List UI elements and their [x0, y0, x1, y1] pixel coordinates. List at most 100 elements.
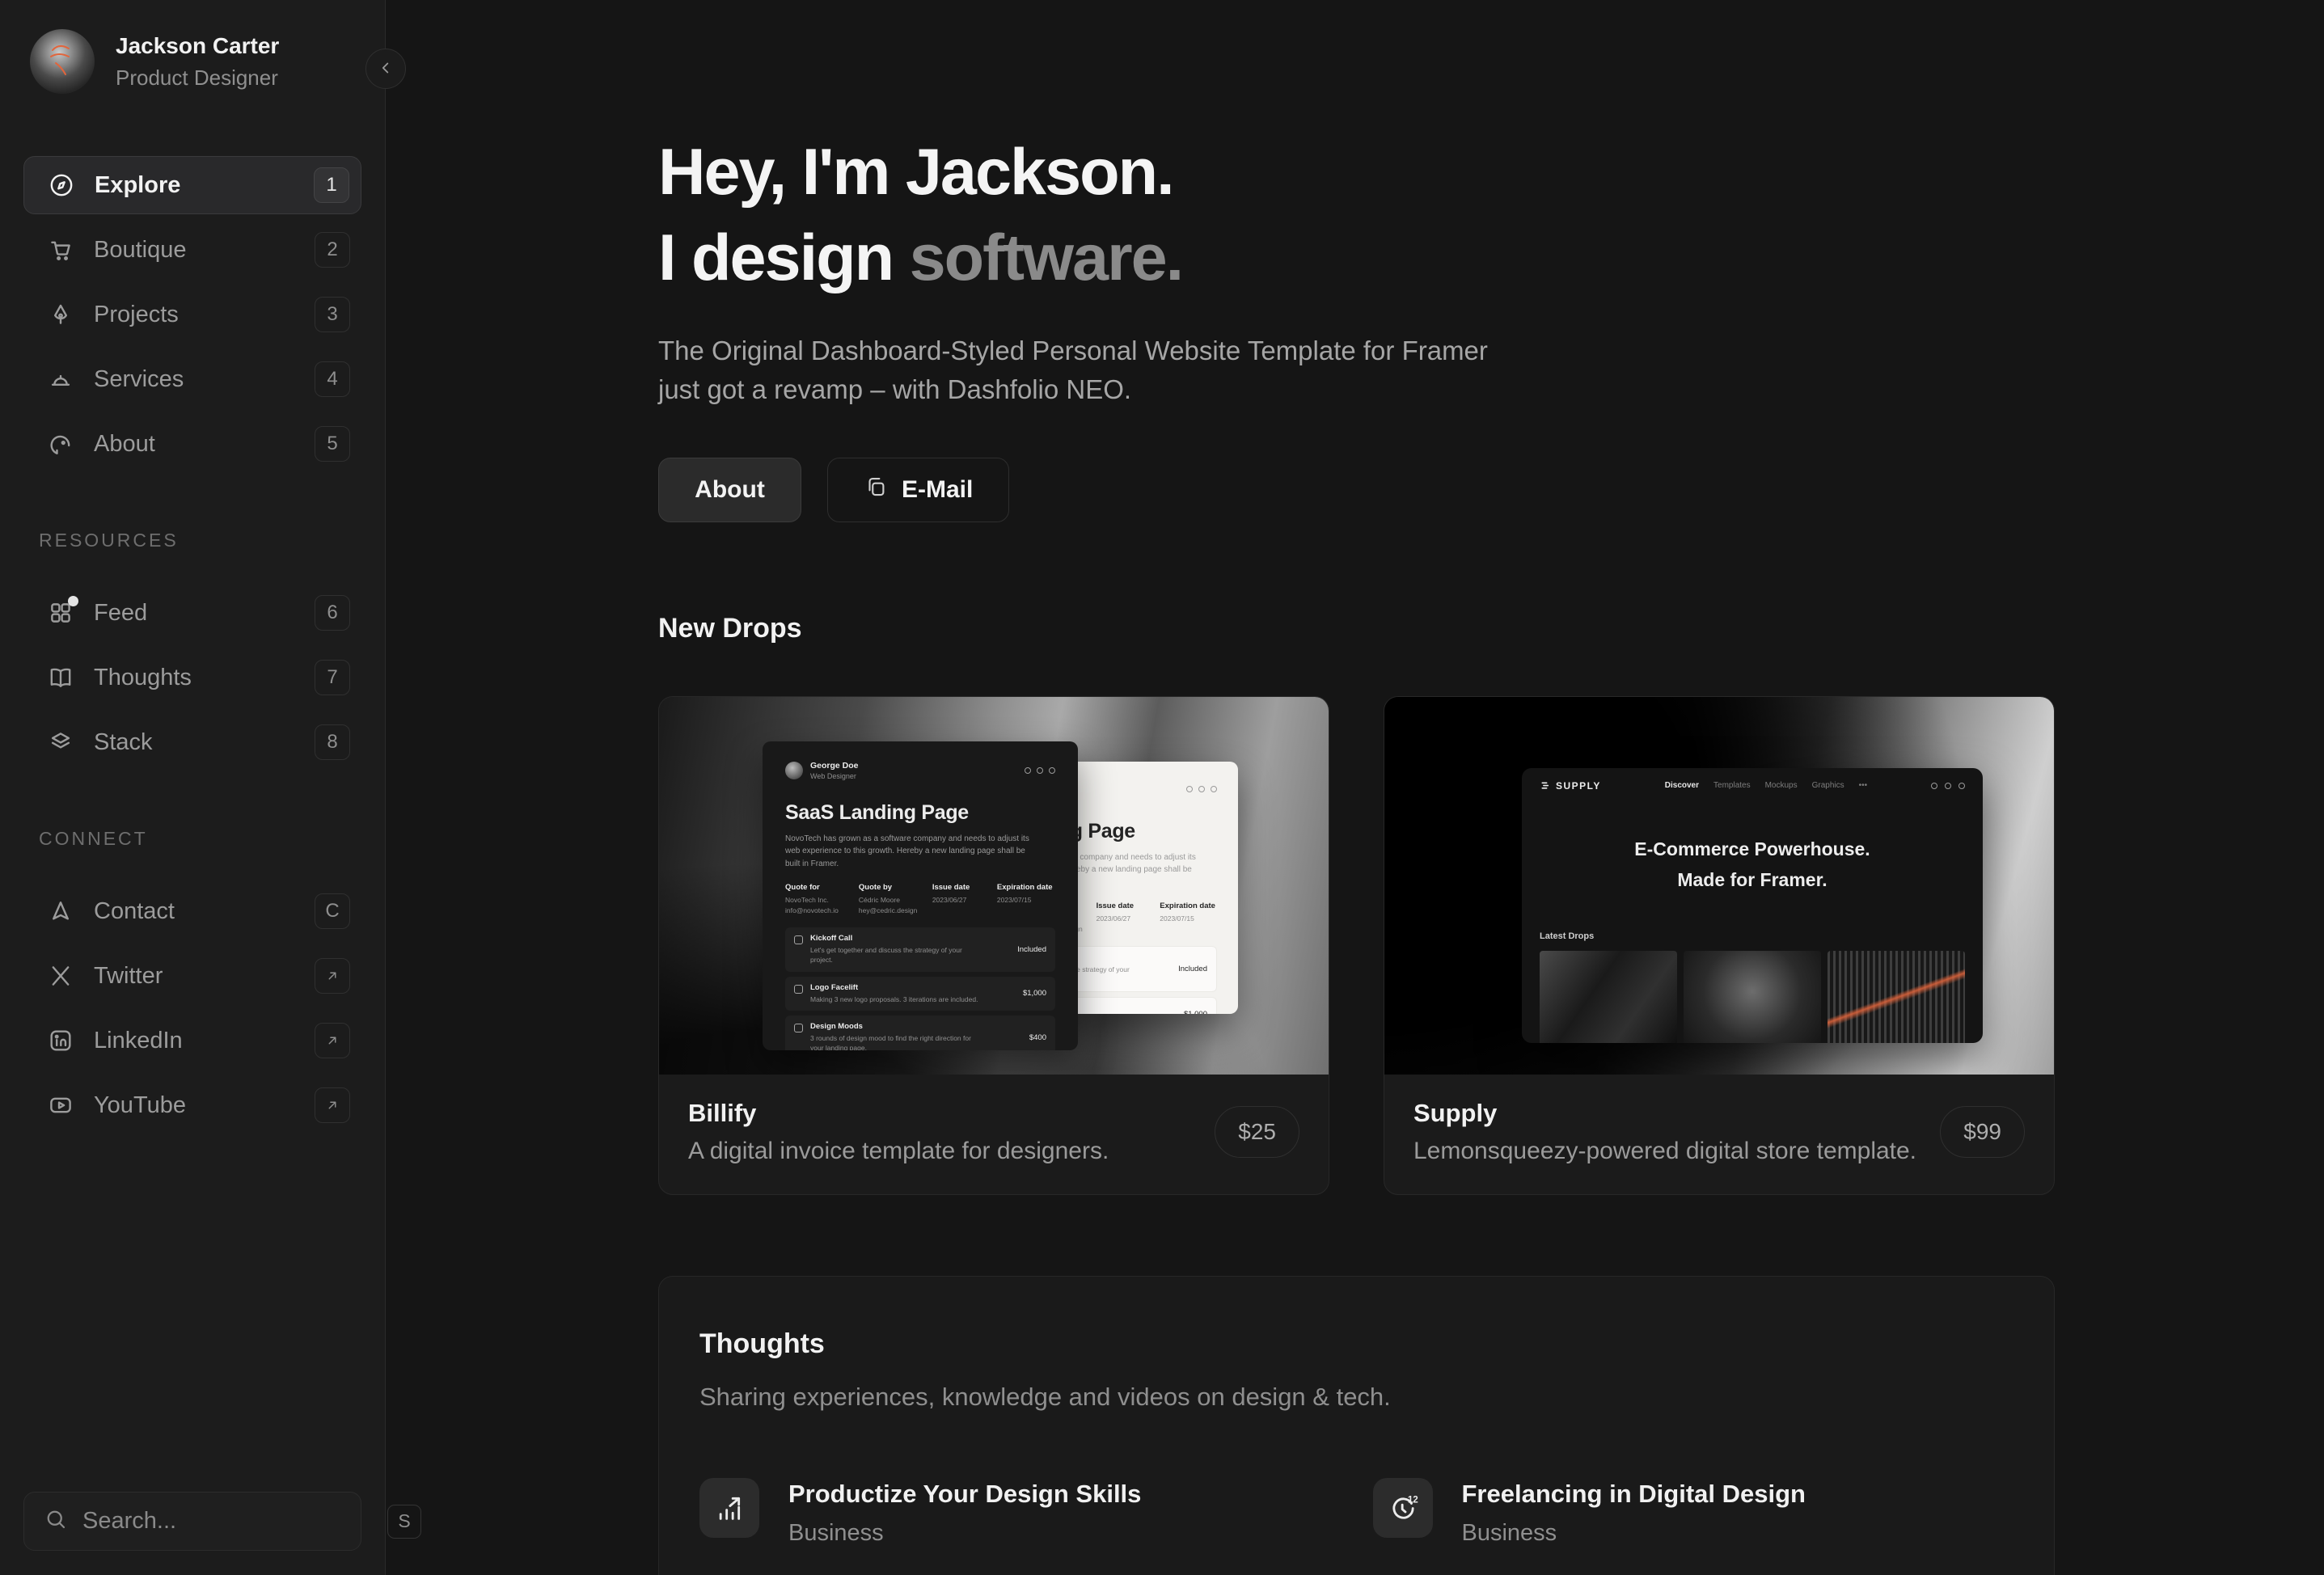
profile-name: Jackson Carter: [116, 32, 280, 58]
post-category: Business: [788, 1519, 884, 1546]
invoice-avatar: [785, 761, 803, 779]
sidebar-item-label: Boutique: [94, 236, 187, 263]
sidebar-item-explore[interactable]: Explore 1: [23, 156, 361, 214]
supply-hero-line2: Made for Framer.: [1677, 868, 1828, 890]
search-shortcut-badge: S: [387, 1504, 421, 1539]
invoice-header: George DoeWeb Designer: [785, 761, 1055, 780]
invoice-meta-col: Expiration date 2023/07/15: [996, 883, 1053, 905]
thought-post[interactable]: 12 Freelancing in Digital Design Business: [1372, 1477, 2014, 1547]
line-item-icon: [794, 984, 803, 994]
email-button-label: E-Mail: [902, 475, 974, 503]
shortcut-badge: C: [315, 893, 350, 929]
post-category: Business: [1461, 1519, 1557, 1546]
sidebar-item-label: Explore: [95, 171, 181, 198]
site-nav-item: Graphics: [1811, 781, 1844, 791]
twitter-icon: [1198, 785, 1205, 792]
line-item-icon: [794, 935, 803, 944]
sidebar-item-label: YouTube: [94, 1092, 186, 1118]
search-input[interactable]: [82, 1508, 387, 1535]
product-card-supply[interactable]: SUPPLY Discover Templates Mockups Graphics •…: [1384, 695, 2055, 1195]
product-description: Lemonsqueezy-powered digital store templ…: [1413, 1137, 1917, 1164]
invoice-title: SaaS Landing Page: [785, 800, 969, 824]
section-label-resources: Resources: [39, 530, 179, 551]
product-card-billify[interactable]: George DoeWeb Designer SaaS Landing Page N…: [658, 695, 1329, 1195]
twitter-icon: [1037, 766, 1043, 774]
sidebar-item-label: Contact: [94, 897, 175, 924]
facebook-icon: [1958, 782, 1965, 789]
invoice-meta: Quote forNovoTech Inc.info@novotech.io Qu…: [785, 883, 1055, 916]
supply-thumbnails: [1522, 950, 1983, 1043]
post-title: Productize Your Design Skills: [788, 1479, 1142, 1508]
profile-role: Product Designer: [116, 65, 278, 90]
supply-thumbnail-laptop: [1684, 950, 1821, 1043]
line-item-icon: [794, 1023, 803, 1032]
product-description: A digital invoice template for designers…: [688, 1137, 1109, 1164]
sidebar-main-nav: Explore 1 Boutique 2 Projects 3 Services 4 About…: [23, 156, 361, 473]
supply-card-footer: Supply Lemonsqueezy-powered digital stor…: [1384, 1075, 2054, 1194]
invoice-line-item: Design Moods 3 rounds of design mood to f…: [785, 1015, 1055, 1050]
search-icon: [44, 1507, 68, 1535]
invoice-description: NovoTech has grown as a software company…: [785, 834, 1029, 868]
section-label-connect: Connect: [39, 828, 148, 849]
sidebar-item-linkedin[interactable]: LinkedIn: [23, 1011, 361, 1070]
email-button[interactable]: E-Mail: [827, 457, 1010, 522]
instagram-icon: [1930, 782, 1937, 789]
about-button[interactable]: About: [658, 457, 801, 522]
x-logo-icon: [47, 962, 74, 990]
hero-buttons: About E-Mail: [658, 457, 2055, 522]
shortcut-badge: [315, 958, 350, 994]
invoice-meta-col: Expiration date 2023/07/15: [1160, 902, 1215, 923]
invoice-meta-col: Issue date 2023/06/27: [1096, 902, 1135, 923]
product-name: Supply: [1413, 1098, 1498, 1127]
invoice-meta-col: Quote byCédric Moorehey@cedric.design: [858, 883, 918, 915]
sidebar-collapse-button[interactable]: [366, 49, 406, 89]
sidebar-item-contact[interactable]: Contact C: [23, 882, 361, 940]
thought-post[interactable]: Productize Your Design Skills Business: [699, 1477, 1341, 1547]
invoice-line-item: Logo FaceliftMaking 3 new logo proposals…: [785, 976, 1055, 1011]
copy-icon: [864, 475, 888, 505]
supply-site-menu: Discover Templates Mockups Graphics •••: [1665, 781, 1867, 790]
invoice-mockup-dark: George Doe Web Designer SaaS Landing Page N…: [763, 741, 1078, 1050]
hero-heading-line1: Hey, I'm Jackson.: [658, 136, 1175, 209]
price-badge: $99: [1940, 1105, 2025, 1158]
billify-preview-image: George DoeWeb Designer SaaS Landing Page N…: [659, 696, 1329, 1075]
sidebar-section-nav: Feed 6 Thoughts 7 Stack 8: [23, 584, 361, 771]
sidebar-item-label: Feed: [94, 599, 148, 626]
invoice-line-item: Kickoff CallLet's get together and discu…: [785, 927, 1055, 972]
hero-heading-accent: software.: [909, 222, 1185, 295]
sidebar-item-thoughts[interactable]: Thoughts 7: [23, 648, 361, 707]
invoice-social-icons: [1186, 785, 1217, 792]
compass-icon: [48, 171, 75, 199]
supply-hero-text: E-Commerce Powerhouse. Made for Framer.: [1522, 834, 1983, 896]
sidebar-item-stack[interactable]: Stack 8: [23, 713, 361, 771]
sidebar-item-youtube[interactable]: YouTube: [23, 1076, 361, 1134]
sidebar-item-about[interactable]: About 5: [23, 415, 361, 473]
sidebar-item-label: Thoughts: [94, 664, 192, 690]
supply-section-label: Latest Drops: [1540, 931, 1595, 941]
chevron-left-icon: [377, 59, 395, 79]
main-content: Hey, I'm Jackson. I design software. The…: [386, 0, 2324, 1575]
sidebar-item-boutique[interactable]: Boutique 2: [23, 221, 361, 279]
paper-plane-icon: [47, 897, 74, 925]
instagram-icon: [1025, 766, 1031, 774]
supply-site-navbar: SUPPLY Discover Templates Mockups Graphics •…: [1522, 768, 1983, 804]
shortcut-badge: 5: [315, 426, 350, 462]
sidebar-item-projects[interactable]: Projects 3: [23, 285, 361, 344]
new-drops-title: New Drops: [658, 612, 802, 644]
site-nav-item: •••: [1858, 781, 1868, 791]
post-title: Freelancing in Digital Design: [1461, 1479, 1806, 1508]
thoughts-title: Thoughts: [699, 1328, 825, 1359]
sidebar-section-nav: Contact C Twitter LinkedIn YouTube: [23, 882, 361, 1134]
billify-card-footer: Billify A digital invoice template for d…: [659, 1075, 1329, 1194]
invoice-meta-col: Issue date 2023/06/27: [932, 883, 970, 905]
site-nav-item: Mockups: [1764, 781, 1798, 791]
search-box[interactable]: S: [23, 1492, 421, 1551]
sidebar-item-twitter[interactable]: Twitter: [23, 947, 361, 1005]
sidebar-item-services[interactable]: Services 4: [23, 350, 361, 408]
notification-dot: [68, 596, 78, 606]
sidebar-item-label: Stack: [94, 728, 153, 755]
pen-nib-icon: [47, 301, 74, 328]
new-drops-cards: George DoeWeb Designer SaaS Landing Page N…: [658, 695, 2055, 1195]
sidebar-item-label: Services: [94, 365, 184, 392]
sidebar-item-feed[interactable]: Feed 6: [23, 584, 361, 642]
